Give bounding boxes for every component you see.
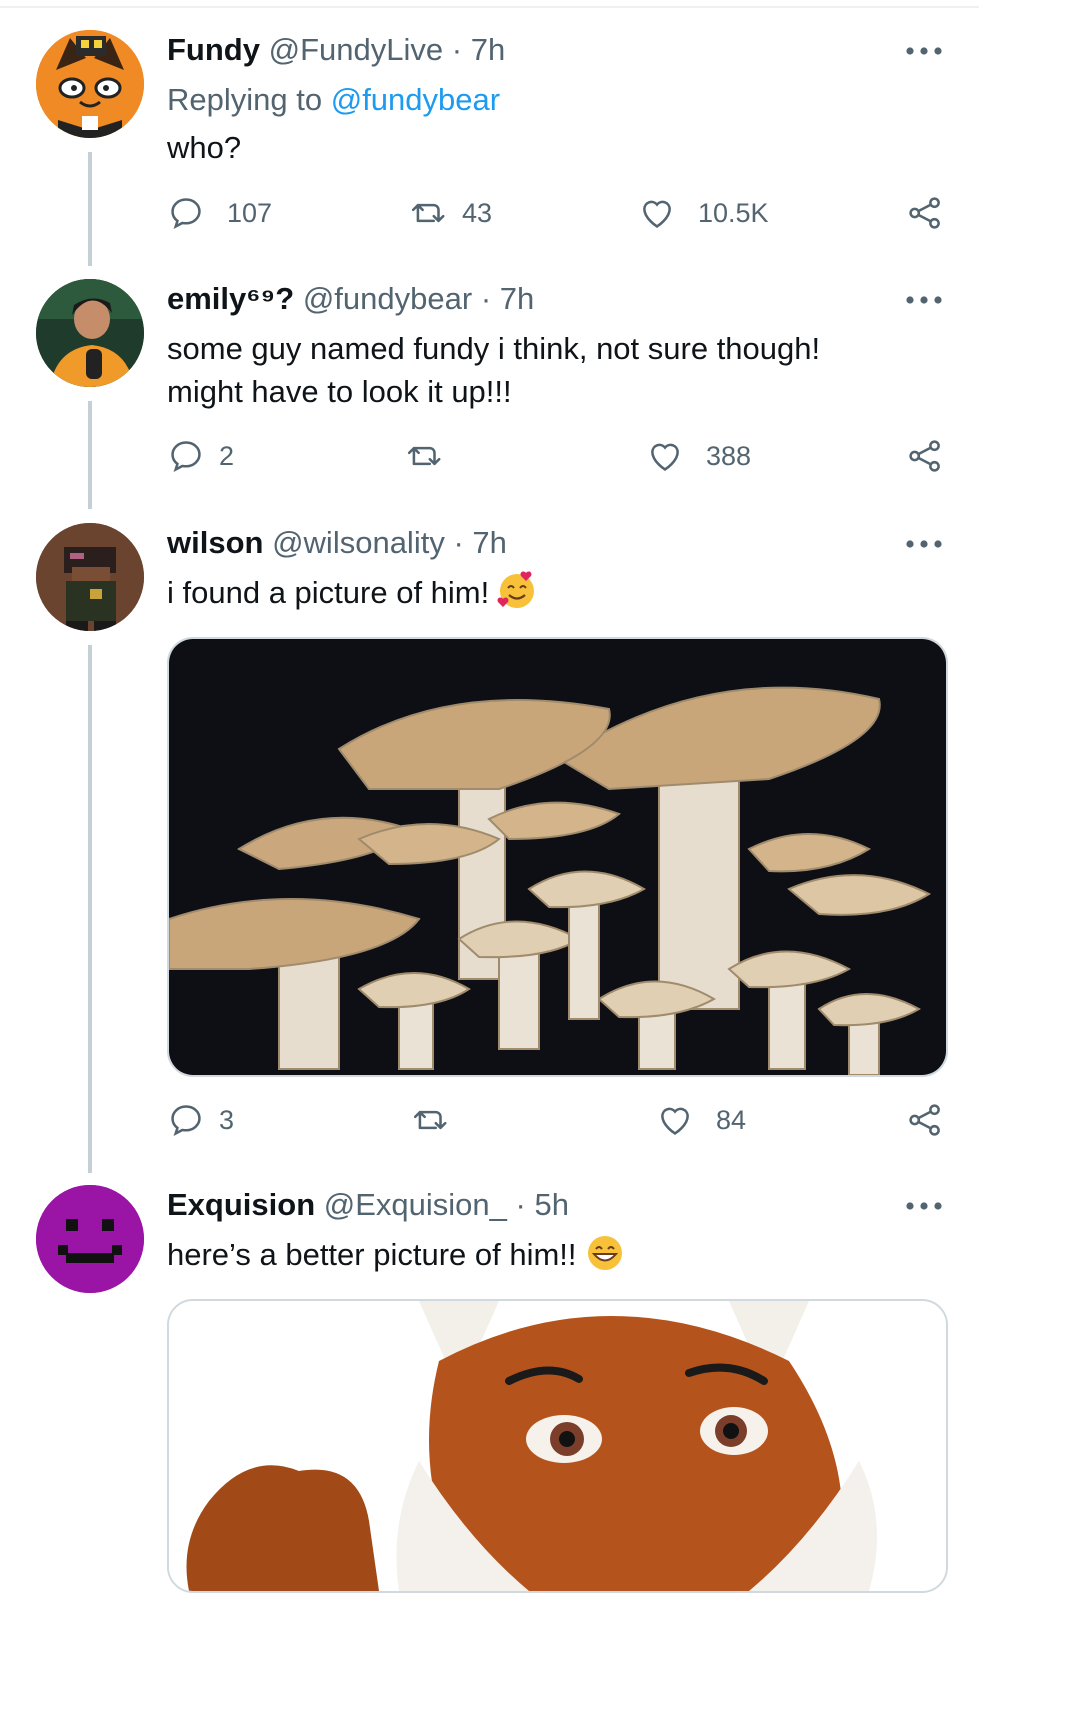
replying-to-label: Replying to: [167, 82, 323, 117]
tweet-actions: 3 84: [0, 1095, 979, 1145]
tweet[interactable]: emily⁶⁹? @fundybear · 7h some guy named …: [0, 279, 979, 519]
reply-button[interactable]: 107: [167, 188, 272, 238]
tweet-actions: 2 388: [0, 431, 979, 481]
tweet-text: i found a picture of him!: [167, 571, 537, 614]
user-handle[interactable]: @fundybear: [303, 281, 472, 316]
display-name[interactable]: emily⁶⁹?: [167, 281, 294, 316]
like-count: 10.5K: [698, 197, 769, 228]
reply-icon: [171, 1105, 201, 1137]
retweet-icon: [413, 1110, 447, 1130]
grinning-face-emoji: [587, 1236, 622, 1270]
tweet-text-content: here’s a better picture of him!!: [167, 1237, 577, 1272]
retweet-button[interactable]: [406, 431, 444, 481]
user-handle[interactable]: @wilsonality: [272, 525, 445, 560]
share-button[interactable]: [906, 431, 944, 481]
separator-dot: ·: [480, 281, 492, 316]
reply-button[interactable]: 2: [167, 431, 234, 481]
replying-to-line: Replying to @fundybear: [167, 78, 500, 121]
heart-icon: [661, 1107, 689, 1135]
reply-icon: [171, 198, 201, 230]
more-options-icon[interactable]: [904, 293, 944, 307]
share-icon: [909, 440, 940, 472]
display-name[interactable]: wilson: [167, 525, 263, 560]
reply-button[interactable]: 3: [167, 1095, 234, 1145]
separator-dot: ·: [453, 525, 464, 560]
thread-line: [88, 645, 92, 1173]
reply-count: 3: [219, 1104, 235, 1135]
like-count: 388: [706, 440, 752, 471]
top-divider: [0, 0, 979, 8]
timestamp[interactable]: 7h: [471, 32, 505, 67]
more-options-icon[interactable]: [904, 537, 944, 551]
retweet-icon: [411, 203, 445, 223]
tweet-image-fox-mascot[interactable]: [167, 1299, 948, 1593]
share-icon: [909, 1104, 940, 1136]
tweet-header: Fundy @FundyLive · 7h: [167, 30, 505, 70]
tweet-header: Exquision @Exquision_ · 5h: [167, 1185, 569, 1225]
tweet[interactable]: Exquision @Exquision_ · 5h here’s a bett…: [0, 1185, 979, 1593]
like-button[interactable]: 10.5K: [638, 188, 769, 238]
separator-dot: ·: [515, 1187, 526, 1222]
like-button[interactable]: 388: [646, 431, 751, 481]
share-icon: [909, 197, 940, 229]
retweet-button[interactable]: 43: [410, 188, 492, 238]
heart-icon: [651, 443, 679, 471]
more-options-icon[interactable]: [904, 1199, 944, 1213]
share-button[interactable]: [906, 188, 944, 238]
tweet[interactable]: Fundy @FundyLive · 7h Replying to @fundy…: [0, 30, 979, 280]
display-name[interactable]: Exquision: [167, 1187, 315, 1222]
timestamp[interactable]: 7h: [472, 525, 506, 560]
tweet-text-line: might have to look it up!!!: [167, 374, 512, 409]
separator-dot: ·: [451, 32, 463, 67]
tweet-text-content: i found a picture of him!: [167, 575, 490, 610]
avatar[interactable]: [36, 279, 144, 387]
display-name[interactable]: Fundy: [167, 32, 260, 67]
avatar[interactable]: [36, 30, 144, 138]
more-options-icon[interactable]: [904, 44, 944, 58]
tweet-header: emily⁶⁹? @fundybear · 7h: [167, 279, 534, 319]
avatar[interactable]: [36, 1185, 144, 1293]
smiling-face-with-hearts-emoji: [497, 571, 535, 608]
share-button[interactable]: [906, 1095, 944, 1145]
reply-count: 107: [227, 197, 273, 228]
replying-to-link[interactable]: @fundybear: [331, 82, 500, 117]
like-count: 84: [716, 1104, 747, 1135]
like-button[interactable]: 84: [656, 1095, 746, 1145]
tweet-text: who?: [167, 130, 242, 165]
tweet-image-mushrooms[interactable]: [167, 637, 948, 1077]
tweet-text: here’s a better picture of him!!: [167, 1233, 625, 1276]
timestamp[interactable]: 5h: [534, 1187, 568, 1222]
tweet-header: wilson @wilsonality · 7h: [167, 523, 507, 563]
reply-count: 2: [219, 440, 235, 471]
retweet-icon: [407, 446, 441, 466]
user-handle[interactable]: @Exquision_: [324, 1187, 507, 1222]
retweet-button[interactable]: [412, 1095, 450, 1145]
retweet-count: 43: [462, 197, 493, 228]
avatar[interactable]: [36, 523, 144, 631]
timestamp[interactable]: 7h: [500, 281, 534, 316]
user-handle[interactable]: @FundyLive: [269, 32, 444, 67]
tweet-text-line: some guy named fundy i think, not sure t…: [167, 331, 821, 366]
heart-icon: [643, 200, 671, 228]
tweet[interactable]: wilson @wilsonality · 7h i found a pictu…: [0, 523, 979, 1183]
reply-icon: [171, 441, 201, 473]
tweet-actions: 107 43 10.5K: [0, 188, 979, 238]
